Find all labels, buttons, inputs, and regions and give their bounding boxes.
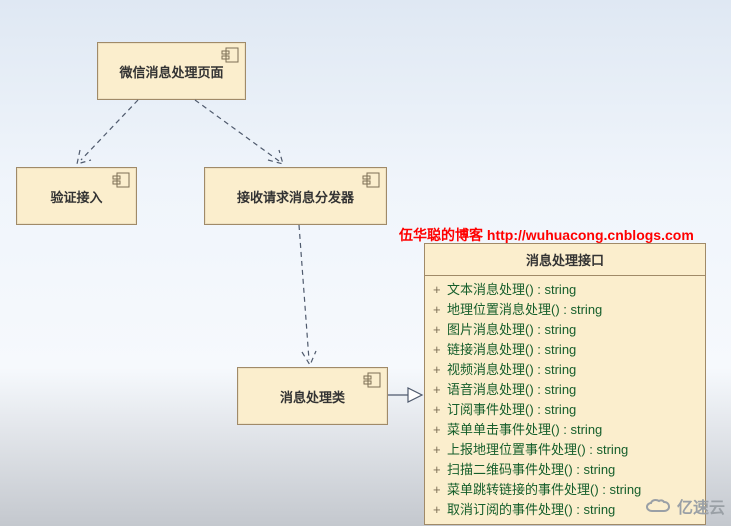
diagram-canvas: 微信消息处理页面 验证接入 接收请求消息分发器 消息处理类 消息处理接口 +文本… <box>0 0 731 526</box>
component-label: 消息处理类 <box>280 387 345 406</box>
interface-operation: +地理位置消息处理() : string <box>433 300 697 320</box>
component-label: 验证接入 <box>50 187 102 206</box>
component-label: 接收请求消息分发器 <box>237 187 354 206</box>
interface-operation: +语音消息处理() : string <box>433 380 697 400</box>
component-dispatcher: 接收请求消息分发器 <box>204 167 387 225</box>
component-icon <box>363 372 381 388</box>
interface-message-handler: 消息处理接口 +文本消息处理() : string+地理位置消息处理() : s… <box>424 243 706 525</box>
interface-operation: +订阅事件处理() : string <box>433 400 697 420</box>
watermark-text: 伍华聪的博客 http://wuhuacong.cnblogs.com <box>399 225 694 245</box>
component-verify: 验证接入 <box>16 167 137 225</box>
interface-operation: +上报地理位置事件处理() : string <box>433 440 697 460</box>
interface-operation: +视频消息处理() : string <box>433 360 697 380</box>
interface-operations: +文本消息处理() : string+地理位置消息处理() : string+图… <box>425 276 705 524</box>
interface-title: 消息处理接口 <box>425 244 705 276</box>
site-logo: 亿速云 <box>643 494 725 518</box>
component-icon <box>362 172 380 188</box>
component-label: 微信消息处理页面 <box>119 62 223 81</box>
component-handler: 消息处理类 <box>237 367 388 425</box>
interface-operation: +扫描二维码事件处理() : string <box>433 460 697 480</box>
cloud-icon <box>643 496 673 516</box>
interface-operation: +链接消息处理() : string <box>433 340 697 360</box>
component-wechat-page: 微信消息处理页面 <box>97 42 246 100</box>
component-icon <box>112 172 130 188</box>
interface-operation: +文本消息处理() : string <box>433 280 697 300</box>
interface-operation: +菜单单击事件处理() : string <box>433 420 697 440</box>
interface-operation: +图片消息处理() : string <box>433 320 697 340</box>
component-icon <box>221 47 239 63</box>
logo-text: 亿速云 <box>677 494 725 518</box>
